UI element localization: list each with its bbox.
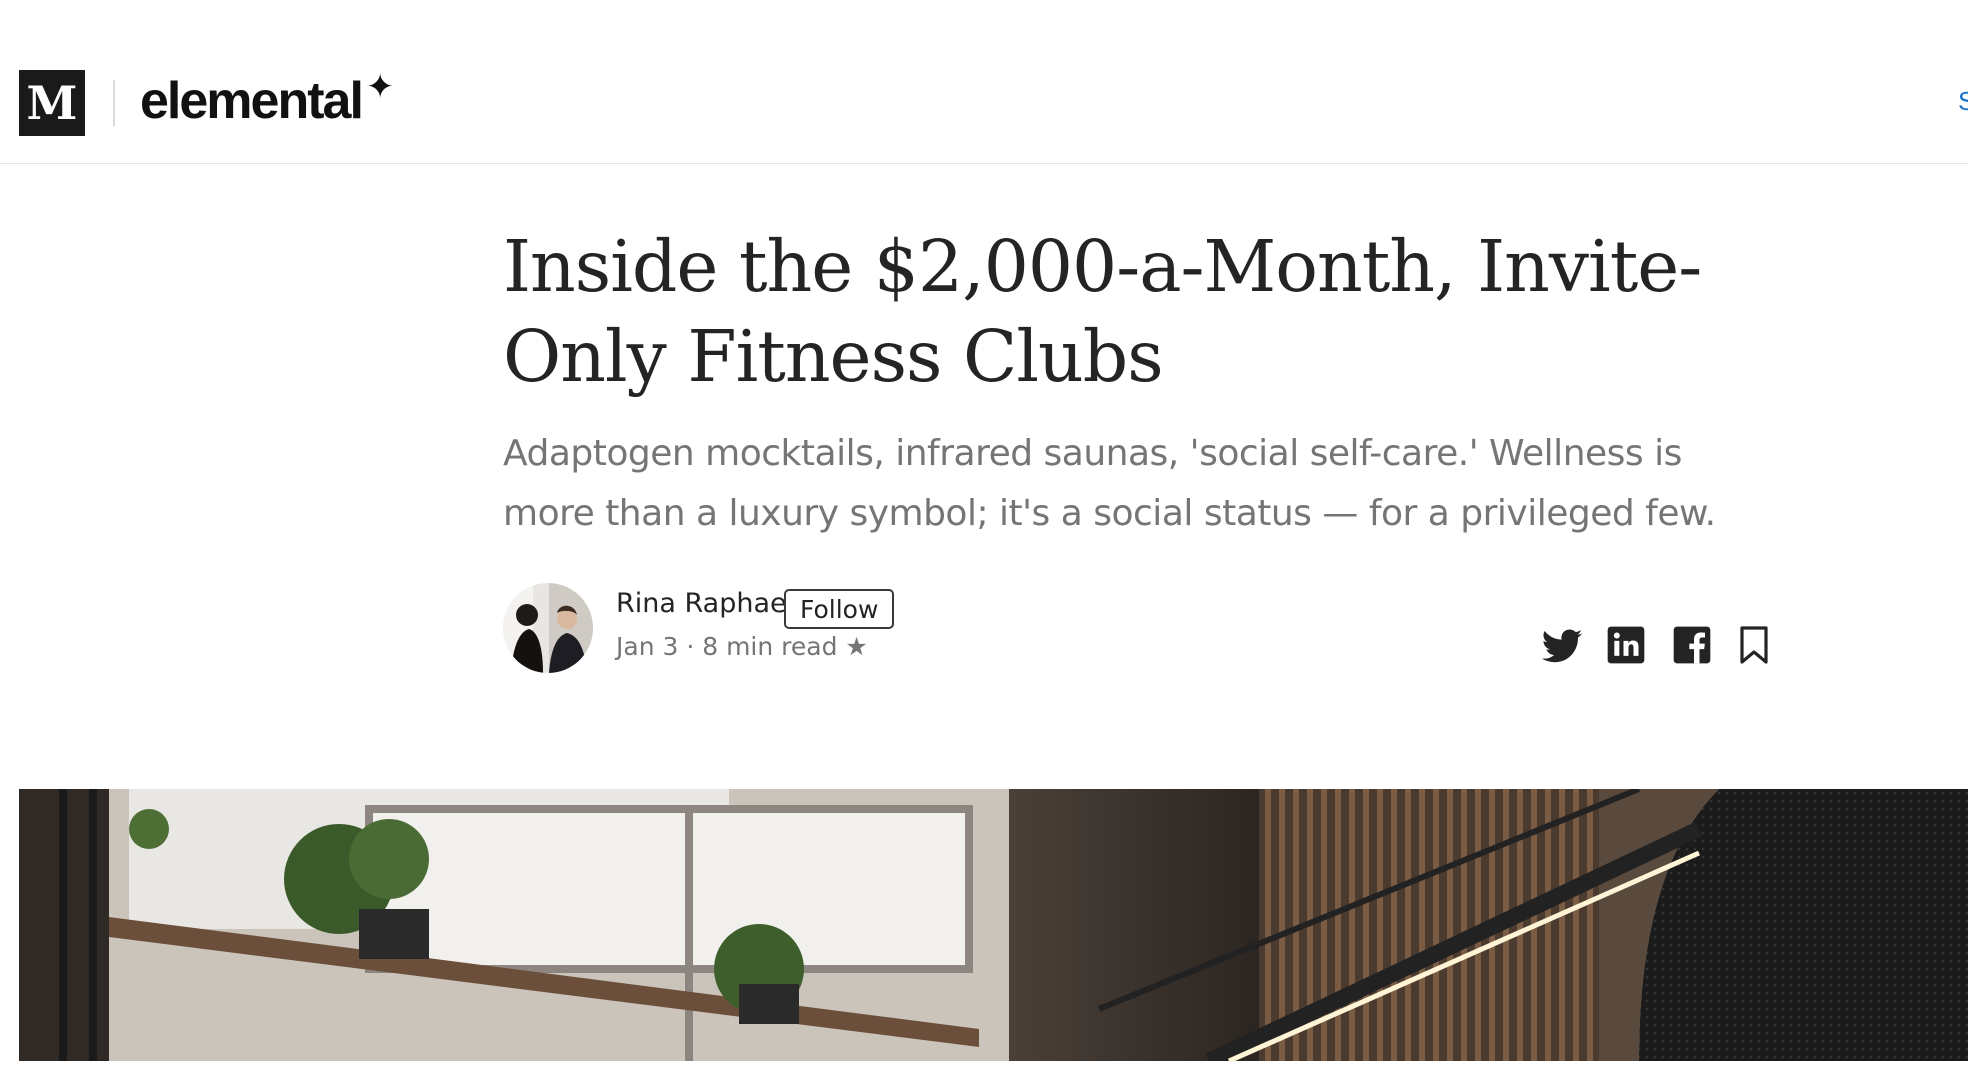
twitter-icon[interactable] bbox=[1540, 625, 1584, 674]
facebook-icon[interactable] bbox=[1672, 625, 1712, 670]
medium-logo[interactable]: M bbox=[19, 70, 85, 136]
article-subtitle: Adaptogen mocktails, infrared saunas, 's… bbox=[503, 433, 1716, 534]
top-bar: M elemental ✦ S bbox=[0, 0, 1968, 164]
hero-image bbox=[19, 789, 1968, 1061]
logo-divider bbox=[113, 80, 115, 126]
publication-logo[interactable]: elemental ✦ bbox=[140, 66, 394, 136]
publication-mark: ✦ bbox=[365, 68, 394, 106]
article-meta: Jan 3 · 8 min read ★ bbox=[616, 632, 868, 661]
article-title: Inside the $2,000-a-Month, Invite-Only F… bbox=[503, 225, 1702, 398]
follow-button[interactable]: Follow bbox=[784, 589, 895, 629]
author-avatar[interactable] bbox=[503, 583, 593, 673]
bookmark-icon[interactable] bbox=[1738, 625, 1770, 670]
publication-name: elemental bbox=[140, 72, 364, 130]
sign-in-link[interactable]: S bbox=[1958, 86, 1968, 117]
linkedin-icon[interactable] bbox=[1606, 625, 1646, 670]
author-name[interactable]: Rina Raphael bbox=[616, 588, 794, 619]
